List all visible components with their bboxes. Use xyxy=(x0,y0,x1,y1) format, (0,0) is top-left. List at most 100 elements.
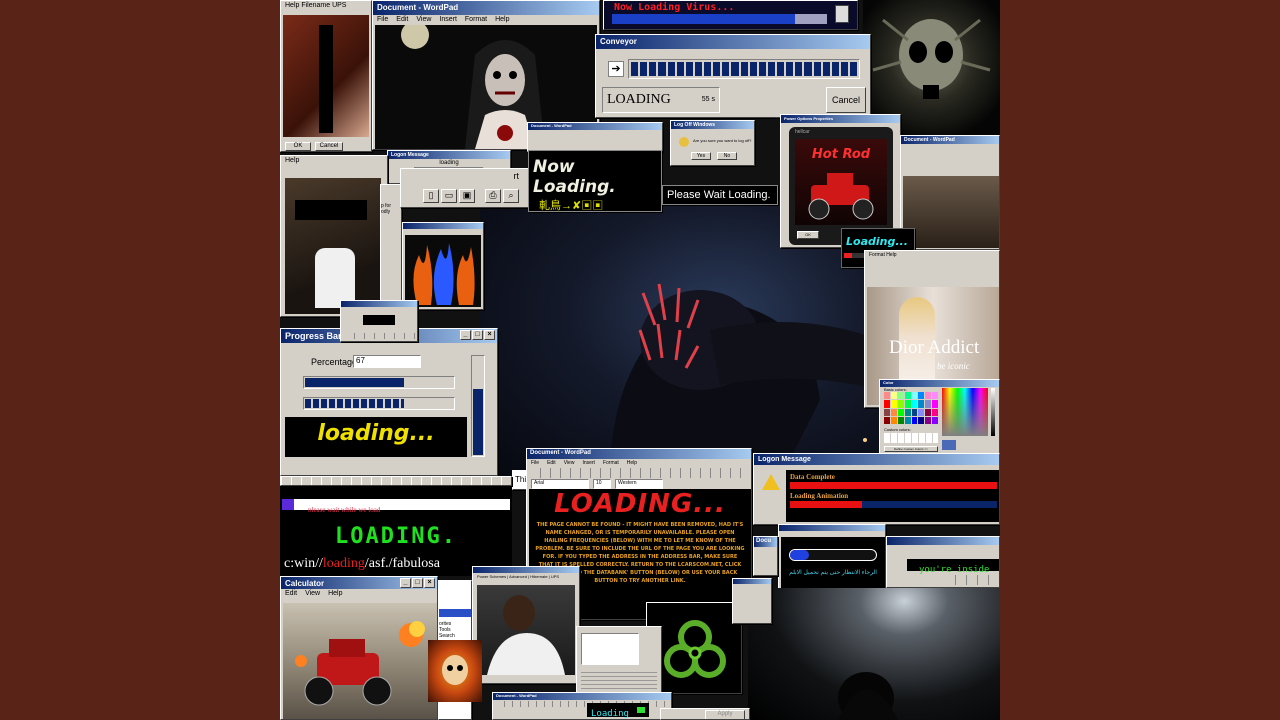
sound-recorder-title xyxy=(341,301,417,307)
mini-wordpad-title: Document - WordPad xyxy=(528,123,662,130)
please-wait-small-bar: please wait while we load xyxy=(294,499,510,514)
calculator-window: Calculator _ □ × Edit View Help xyxy=(280,576,438,720)
hooded-figure-photo xyxy=(748,588,1000,720)
side-snippet-text: p for odly xyxy=(381,203,392,215)
maximize-icon[interactable]: □ xyxy=(472,330,483,340)
calculator-menu: Edit View Help xyxy=(281,589,437,598)
vertical-progress xyxy=(471,355,485,457)
close-icon[interactable]: × xyxy=(424,578,435,588)
tiny-dialog-title xyxy=(733,579,771,584)
minimize-icon[interactable]: _ xyxy=(400,578,411,588)
loading-anim-label: Loading Animation xyxy=(790,492,849,500)
logoff-no[interactable]: No xyxy=(717,152,737,160)
close-icon[interactable]: × xyxy=(484,330,495,340)
data-complete-bar xyxy=(790,482,997,489)
menu-edit[interactable]: Edit xyxy=(547,460,556,466)
menu-view[interactable]: View xyxy=(564,460,575,466)
cancel-button[interactable]: Cancel xyxy=(315,142,343,151)
percentage-input[interactable]: 67 xyxy=(353,355,421,368)
please-wait-small-box: please wait while we load xyxy=(280,486,512,514)
custom-colors-label: Custom colors: xyxy=(884,427,911,432)
menu-file[interactable]: File xyxy=(531,460,539,466)
font-select[interactable]: Arial xyxy=(531,479,589,489)
mini-wordpad: Document - WordPad xyxy=(527,122,663,152)
save-icon[interactable]: ▣ xyxy=(459,189,475,203)
ie-search[interactable]: Search xyxy=(439,633,471,639)
color-preview xyxy=(942,440,956,450)
custom-colors-grid xyxy=(884,433,938,443)
now-loading-title: Now Loading. xyxy=(533,157,616,197)
open-icon[interactable]: ▭ xyxy=(441,189,457,203)
format-toolbar xyxy=(945,575,999,585)
phone-left-button[interactable]: OK xyxy=(797,231,819,239)
url-mid: loading xyxy=(322,556,365,571)
menu-insert[interactable]: Insert xyxy=(582,460,595,466)
crying-man-tabs: Power Schemes | Advanced | Hibernate | U… xyxy=(477,574,560,579)
script-select[interactable]: Western xyxy=(615,479,663,489)
now-loading-box: Now Loading. 軋鳥→✘▣▣ xyxy=(528,150,662,212)
menu-insert[interactable]: Insert xyxy=(439,16,457,23)
bottom-loading-bar xyxy=(637,707,645,713)
vertical-progress-fill xyxy=(473,389,483,455)
doc-short-title: Docu xyxy=(754,537,777,547)
calc-menu-help[interactable]: Help xyxy=(328,590,342,597)
bottom-loading-box: Loading xyxy=(587,703,649,719)
apply-button[interactable]: Apply xyxy=(705,710,745,719)
menu-help[interactable]: Help xyxy=(495,16,509,23)
calc-menu-view[interactable]: View xyxy=(305,590,320,597)
virus-window: Now Loading Virus... xyxy=(603,0,858,30)
now-loading-glyphs: 軋鳥→✘▣▣ xyxy=(539,200,604,212)
phone-brand: hellcar xyxy=(795,129,810,135)
progress-bar-segmented-fill xyxy=(305,399,405,408)
fire-skull-photo xyxy=(428,640,482,702)
conveyor-title: Conveyor xyxy=(596,35,870,49)
loading-green-text: LOADING. xyxy=(335,524,457,549)
conveyor-cancel-button[interactable]: Cancel xyxy=(826,87,866,113)
preview-icon[interactable]: ⌕ xyxy=(503,189,519,203)
loading-anim-bar xyxy=(790,501,997,508)
menu-format[interactable]: Format xyxy=(465,16,487,23)
please-wait-banner: Please Wait Loading. xyxy=(662,185,778,205)
bottom-loading-text: Loading xyxy=(591,709,629,719)
collage-canvas: Help Filename UPS OK Cancel Document - W… xyxy=(280,0,1000,720)
flames-title xyxy=(403,223,483,229)
menu-file[interactable]: File xyxy=(377,16,388,23)
menu-format[interactable]: Format xyxy=(603,460,619,466)
ok-button[interactable]: OK xyxy=(285,142,311,151)
properties-text xyxy=(581,669,657,689)
logoff-yes[interactable]: Yes xyxy=(691,152,711,160)
menu-help[interactable]: Help xyxy=(627,460,637,466)
sound-recorder xyxy=(340,300,418,342)
luminance-slider[interactable] xyxy=(991,388,995,436)
please-wait-text: Please Wait Loading. xyxy=(667,189,771,201)
maximize-icon[interactable]: □ xyxy=(412,578,423,588)
calc-menu-edit[interactable]: Edit xyxy=(285,590,297,597)
youre-inside-title xyxy=(887,537,999,545)
sound-wave xyxy=(363,315,395,325)
wordpad-topright-title: Document - WordPad xyxy=(901,136,999,144)
print-icon[interactable]: ⎙ xyxy=(485,189,501,203)
dior-menu: Format Help xyxy=(869,252,897,258)
minimize-icon[interactable]: _ xyxy=(460,330,471,340)
url-pre: c:win// xyxy=(284,556,323,571)
data-complete-label: Data Complete xyxy=(790,473,835,481)
progress-bar-solid-fill xyxy=(305,378,405,387)
help-label: Help xyxy=(285,157,300,164)
warning-icon xyxy=(762,474,780,490)
spectrum xyxy=(942,388,988,436)
progress-dialog: Progress Bar D _ □ × Percentage 67 loading… xyxy=(280,328,498,476)
menu-edit[interactable]: Edit xyxy=(396,16,408,23)
flames-window xyxy=(402,222,484,310)
conveyor-status: LOADING 55 s xyxy=(602,87,720,113)
new-icon[interactable]: ▯ xyxy=(423,189,439,203)
small-loading-title: Logon Message xyxy=(388,151,510,159)
arabic-window: الرجاء الانتظار حتى يتم تحميل الابلم xyxy=(778,524,886,598)
color-title: Color xyxy=(880,380,999,387)
youre-inside-text: you're inside xyxy=(919,565,990,575)
ie-blue-bar xyxy=(439,609,471,617)
progress-bar-segmented xyxy=(303,397,455,410)
menu-view[interactable]: View xyxy=(416,16,431,23)
size-select[interactable]: 10 xyxy=(593,479,611,489)
define-custom-button[interactable]: Define Custom Colors >> xyxy=(884,446,938,452)
hot-rod-logo: Hot Rod xyxy=(811,147,871,162)
